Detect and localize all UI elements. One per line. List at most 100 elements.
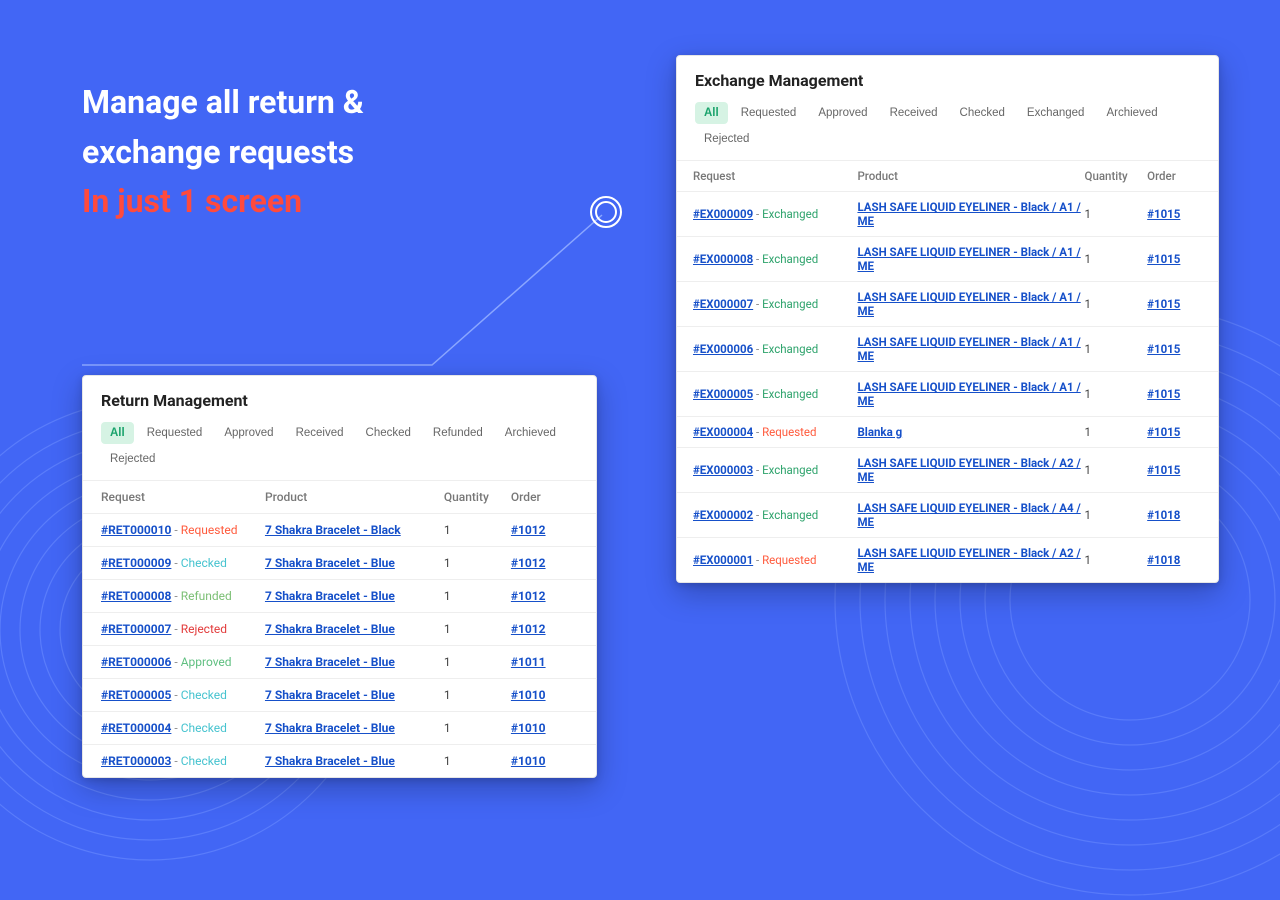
tab-approved[interactable]: Approved — [809, 102, 876, 124]
quantity-value: 1 — [444, 754, 511, 768]
return-order-link[interactable]: #1012 — [511, 589, 546, 603]
tab-checked[interactable]: Checked — [951, 102, 1014, 124]
exchange-product-link[interactable]: LASH SAFE LIQUID EYELINER - Black / A1 /… — [857, 335, 1080, 363]
status-badge: Exchanged — [762, 252, 818, 266]
exchange-request-link[interactable]: #EX000002 — [693, 508, 753, 522]
exchange-order-link[interactable]: #1015 — [1147, 297, 1180, 311]
return-product-link[interactable]: 7 Shakra Bracelet - Blue — [265, 754, 395, 768]
tab-exchanged[interactable]: Exchanged — [1018, 102, 1094, 124]
tab-rejected[interactable]: Rejected — [101, 448, 164, 470]
exchange-product-link[interactable]: LASH SAFE LIQUID EYELINER - Black / A1 /… — [857, 290, 1080, 318]
return-product-link[interactable]: 7 Shakra Bracelet - Blue — [265, 556, 395, 570]
exchange-order-link[interactable]: #1018 — [1147, 553, 1180, 567]
exchange-panel-tabs: AllRequestedApprovedReceivedCheckedExcha… — [677, 102, 1218, 161]
tab-requested[interactable]: Requested — [138, 422, 212, 444]
return-request-link[interactable]: #RET000009 — [101, 556, 171, 570]
exchange-order-link[interactable]: #1015 — [1147, 387, 1180, 401]
return-product-link[interactable]: 7 Shakra Bracelet - Blue — [265, 688, 395, 702]
return-order-link[interactable]: #1012 — [511, 523, 546, 537]
exchange-request-link[interactable]: #EX000006 — [693, 342, 753, 356]
exchange-order-link[interactable]: #1015 — [1147, 252, 1180, 266]
quantity-value: 1 — [1085, 387, 1148, 401]
status-badge: Checked — [181, 754, 227, 768]
return-table-header: Request Product Quantity Order — [83, 481, 596, 514]
tab-archieved[interactable]: Archieved — [1097, 102, 1166, 124]
return-product-link[interactable]: 7 Shakra Bracelet - Blue — [265, 721, 395, 735]
exchange-management-panel: Exchange Management AllRequestedApproved… — [676, 55, 1219, 583]
table-row: #EX000007 - Exchanged LASH SAFE LIQUID E… — [677, 282, 1218, 327]
col-request: Request — [101, 490, 265, 504]
return-request-link[interactable]: #RET000003 — [101, 754, 171, 768]
tab-rejected[interactable]: Rejected — [695, 128, 758, 150]
col-request: Request — [693, 169, 857, 183]
tab-all[interactable]: All — [695, 102, 728, 124]
return-request-link[interactable]: #RET000008 — [101, 589, 171, 603]
tab-approved[interactable]: Approved — [215, 422, 282, 444]
return-management-panel: Return Management AllRequestedApprovedRe… — [82, 375, 597, 778]
exchange-order-link[interactable]: #1015 — [1147, 425, 1180, 439]
status-badge: Checked — [181, 556, 227, 570]
tab-received[interactable]: Received — [881, 102, 947, 124]
return-request-link[interactable]: #RET000007 — [101, 622, 171, 636]
tab-checked[interactable]: Checked — [357, 422, 420, 444]
quantity-value: 1 — [444, 589, 511, 603]
headline-line2: exchange requests — [82, 133, 354, 171]
quantity-value: 1 — [1085, 553, 1148, 567]
table-row: #EX000008 - Exchanged LASH SAFE LIQUID E… — [677, 237, 1218, 282]
quantity-value: 1 — [1085, 425, 1148, 439]
return-request-link[interactable]: #RET000010 — [101, 523, 171, 537]
exchange-product-link[interactable]: LASH SAFE LIQUID EYELINER - Black / A1 /… — [857, 200, 1080, 228]
tab-all[interactable]: All — [101, 422, 134, 444]
status-badge: Exchanged — [762, 297, 818, 311]
col-order: Order — [511, 490, 578, 504]
tab-archieved[interactable]: Archieved — [496, 422, 565, 444]
return-order-link[interactable]: #1010 — [511, 688, 546, 702]
return-order-link[interactable]: #1010 — [511, 721, 546, 735]
exchange-request-link[interactable]: #EX000009 — [693, 207, 753, 221]
tab-refunded[interactable]: Refunded — [424, 422, 492, 444]
return-request-link[interactable]: #RET000005 — [101, 688, 171, 702]
exchange-product-link[interactable]: LASH SAFE LIQUID EYELINER - Black / A1 /… — [857, 380, 1080, 408]
table-row: #RET000007 - Rejected 7 Shakra Bracelet … — [83, 613, 596, 646]
status-badge: Requested — [762, 553, 816, 567]
return-product-link[interactable]: 7 Shakra Bracelet - Blue — [265, 655, 395, 669]
status-badge: Requested — [181, 523, 238, 537]
return-order-link[interactable]: #1012 — [511, 556, 546, 570]
return-product-link[interactable]: 7 Shakra Bracelet - Black — [265, 523, 401, 537]
exchange-request-link[interactable]: #EX000008 — [693, 252, 753, 266]
return-order-link[interactable]: #1011 — [511, 655, 546, 669]
status-badge: Requested — [762, 425, 816, 439]
exchange-order-link[interactable]: #1015 — [1147, 207, 1180, 221]
tab-received[interactable]: Received — [287, 422, 353, 444]
exchange-request-link[interactable]: #EX000004 — [693, 425, 753, 439]
return-request-link[interactable]: #RET000004 — [101, 721, 171, 735]
return-product-link[interactable]: 7 Shakra Bracelet - Blue — [265, 622, 395, 636]
exchange-request-link[interactable]: #EX000005 — [693, 387, 753, 401]
return-order-link[interactable]: #1012 — [511, 622, 546, 636]
exchange-request-link[interactable]: #EX000003 — [693, 463, 753, 477]
table-row: #RET000008 - Refunded 7 Shakra Bracelet … — [83, 580, 596, 613]
exchange-order-link[interactable]: #1018 — [1147, 508, 1180, 522]
circle-icon — [590, 196, 622, 228]
exchange-request-link[interactable]: #EX000001 — [693, 553, 753, 567]
tab-requested[interactable]: Requested — [732, 102, 806, 124]
return-order-link[interactable]: #1010 — [511, 754, 546, 768]
exchange-order-link[interactable]: #1015 — [1147, 463, 1180, 477]
table-row: #RET000005 - Checked 7 Shakra Bracelet -… — [83, 679, 596, 712]
headline-line1: Manage all return & — [82, 83, 364, 121]
quantity-value: 1 — [444, 556, 511, 570]
quantity-value: 1 — [444, 688, 511, 702]
exchange-product-link[interactable]: LASH SAFE LIQUID EYELINER - Black / A2 /… — [857, 456, 1080, 484]
return-product-link[interactable]: 7 Shakra Bracelet - Blue — [265, 589, 395, 603]
return-request-link[interactable]: #RET000006 — [101, 655, 171, 669]
exchange-order-link[interactable]: #1015 — [1147, 342, 1180, 356]
exchange-product-link[interactable]: Blanka g — [857, 425, 902, 439]
table-row: #EX000005 - Exchanged LASH SAFE LIQUID E… — [677, 372, 1218, 417]
exchange-request-link[interactable]: #EX000007 — [693, 297, 753, 311]
connector-line — [82, 210, 612, 370]
exchange-product-link[interactable]: LASH SAFE LIQUID EYELINER - Black / A4 /… — [857, 501, 1080, 529]
quantity-value: 1 — [1085, 207, 1148, 221]
status-badge: Rejected — [181, 622, 227, 636]
exchange-product-link[interactable]: LASH SAFE LIQUID EYELINER - Black / A1 /… — [857, 245, 1080, 273]
exchange-product-link[interactable]: LASH SAFE LIQUID EYELINER - Black / A2 /… — [857, 546, 1080, 574]
